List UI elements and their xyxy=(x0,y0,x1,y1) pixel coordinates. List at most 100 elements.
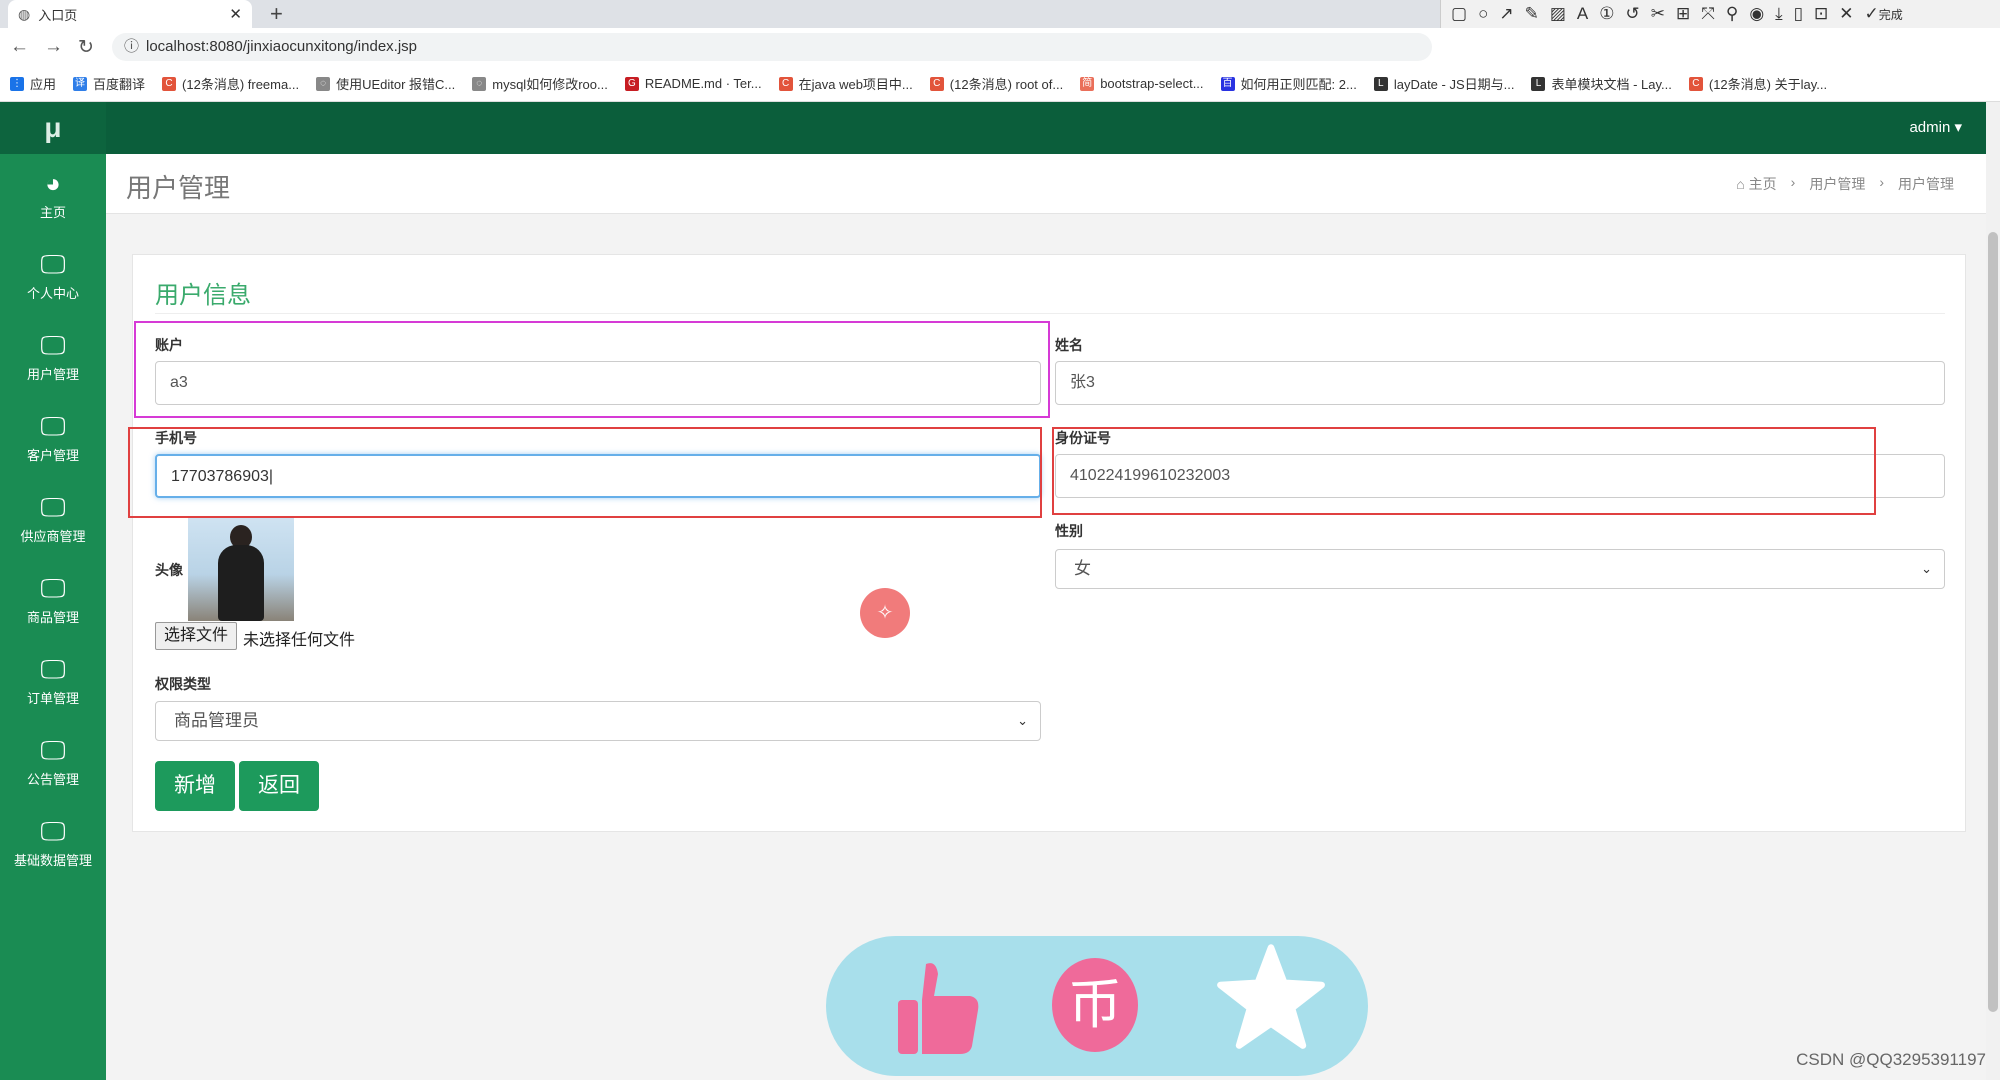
cursor-indicator-icon: ✧ xyxy=(860,588,910,638)
back-icon[interactable]: ← xyxy=(10,36,29,58)
gender-label: 性别 xyxy=(1055,523,1083,539)
done-button[interactable]: ✓完成 xyxy=(1865,4,1903,24)
thumbs-up-icon[interactable] xyxy=(892,956,982,1056)
bookmark-item[interactable]: ⋮ 应用 xyxy=(10,74,56,93)
avatar-body xyxy=(218,545,264,621)
globe-icon: ◍ xyxy=(18,5,31,22)
apps-icon: ⋮ xyxy=(10,76,24,91)
browser-tab[interactable]: ◍ 入口页 ✕ xyxy=(8,0,252,28)
bookmark-label: 表单模块文档 - Lay... xyxy=(1551,77,1672,92)
top-navbar: admin ▾ xyxy=(106,102,2000,154)
bookmark-item[interactable]: C (12条消息) root of... xyxy=(929,74,1064,93)
bookmark-item[interactable]: 译百度翻译 xyxy=(73,74,145,93)
number-tool-icon[interactable]: ① xyxy=(1599,4,1614,24)
sidebar-item-customers[interactable]: 🖵 客户管理 xyxy=(0,397,106,478)
sidebar-item-products[interactable]: 🖵 商品管理 xyxy=(0,559,106,640)
scroll-capture-icon[interactable]: ⤧ xyxy=(1701,4,1715,24)
star-icon[interactable] xyxy=(1216,936,1326,1056)
sidebar-item-label: 商品管理 xyxy=(26,610,79,625)
bookmark-item[interactable]: 简 bootstrap-select... xyxy=(1080,76,1204,91)
chevron-down-icon: ⌄ xyxy=(1017,713,1028,728)
sidebar-item-label: 客户管理 xyxy=(26,448,79,463)
sidebar-item-label: 个人中心 xyxy=(26,286,79,301)
csdn-icon: C xyxy=(929,76,944,91)
csdn-icon: C xyxy=(778,76,793,91)
bookmark-label: README.md · Ter... xyxy=(644,76,762,91)
gender-select[interactable]: 女 ⌄ xyxy=(1055,549,1945,589)
bookmark-item[interactable]: 百如何用正则匹配: 2... xyxy=(1220,74,1357,93)
ocr-icon[interactable]: ⊞ xyxy=(1676,4,1690,24)
gitee-icon: G xyxy=(624,76,639,91)
coin-icon[interactable]: 币 xyxy=(1052,958,1138,1052)
ellipse-tool-icon[interactable]: ○ xyxy=(1478,4,1488,24)
undo-icon[interactable]: ↺ xyxy=(1626,4,1640,24)
name-label: 姓名 xyxy=(1055,337,1083,353)
add-button[interactable]: 新增 xyxy=(155,761,235,811)
bookmark-icon[interactable]: ⊡ xyxy=(1814,4,1828,24)
highlight-box xyxy=(128,427,1042,518)
download-icon[interactable]: ⤓ xyxy=(1775,4,1783,24)
bookmark-label: 应用 xyxy=(30,77,57,92)
close-icon[interactable]: ✕ xyxy=(1839,4,1853,24)
breadcrumb-separator: › xyxy=(1790,174,1796,190)
name-field[interactable]: 张3 xyxy=(1055,361,1945,405)
new-tab-button[interactable]: + xyxy=(270,1,283,27)
scrollbar-thumb[interactable] xyxy=(1988,232,1998,1012)
pen-tool-icon[interactable]: ✎ xyxy=(1525,4,1539,24)
bookmark-label: (12条消息) 关于lay... xyxy=(1708,77,1828,92)
admin-label: admin xyxy=(1909,119,1951,136)
scissors-icon[interactable]: ✂ xyxy=(1651,4,1665,24)
forward-icon[interactable]: → xyxy=(44,36,63,58)
sidebar-item-notices[interactable]: 🖵 公告管理 xyxy=(0,721,106,802)
bookmark-item[interactable]: LlayDate - JS日期与... xyxy=(1373,74,1515,93)
bookmark-item[interactable]: C (12条消息) freema... xyxy=(162,74,299,93)
sidebar-item-home[interactable]: ◕ 主页 xyxy=(0,154,106,235)
csdn-icon: C xyxy=(1688,76,1703,91)
role-select[interactable]: 商品管理员 ⌄ xyxy=(155,701,1041,741)
breadcrumb-item[interactable]: 用户管理 xyxy=(1809,174,1865,194)
bookmark-item[interactable]: G README.md · Ter... xyxy=(624,76,762,91)
reload-icon[interactable]: ↻ xyxy=(78,36,94,59)
csdn-icon: C xyxy=(162,76,177,91)
role-value: 商品管理员 xyxy=(174,711,259,730)
close-tab-icon[interactable]: ✕ xyxy=(229,5,242,23)
record-icon[interactable]: ◉ xyxy=(1749,4,1764,24)
breadcrumb-home[interactable]: ⌂ 主页 xyxy=(1736,174,1776,194)
monitor-icon: 🖵 xyxy=(40,816,66,846)
site-info-icon[interactable]: ⓘ xyxy=(124,33,139,61)
breadcrumb-separator: › xyxy=(1879,174,1884,190)
bookmark-label: 使用UEditor 报错C... xyxy=(336,77,456,92)
text-tool-icon[interactable]: A xyxy=(1577,4,1588,24)
bookmark-label: layDate - JS日期与... xyxy=(1393,77,1515,92)
pin-icon[interactable]: ⚲ xyxy=(1726,4,1738,24)
bookmark-item[interactable]: L 表单模块文档 - Lay... xyxy=(1531,74,1672,93)
scrollbar[interactable] xyxy=(1986,102,2000,1080)
bookmark-item[interactable]: ◌ mysql如何修改roo... xyxy=(472,74,608,93)
admin-menu[interactable]: admin ▾ xyxy=(1909,118,1962,136)
sidebar-item-users[interactable]: 🖵 用户管理 xyxy=(0,316,106,397)
breadcrumb: ⌂ 主页 › 用户管理 › 用户管理 xyxy=(1736,174,1954,194)
app-logo[interactable]: μ xyxy=(0,102,106,154)
monitor-icon: 🖵 xyxy=(40,492,66,522)
sidebar-item-label: 用户管理 xyxy=(26,367,79,382)
bookmark-item[interactable]: C 在java web项目中... xyxy=(778,74,913,93)
bookmark-label: 在java web项目中... xyxy=(798,77,913,92)
sidebar-item-profile[interactable]: 🖵 个人中心 xyxy=(0,235,106,316)
mosaic-tool-icon[interactable]: ▨ xyxy=(1550,4,1566,24)
bookmark-label: (12条消息) root of... xyxy=(949,77,1064,92)
rectangle-tool-icon[interactable]: ▢ xyxy=(1451,4,1467,24)
back-button[interactable]: 返回 xyxy=(239,761,319,811)
bookmark-item[interactable]: ◌ 使用UEditor 报错C... xyxy=(316,74,455,93)
section-title: 用户信息 xyxy=(155,282,251,309)
choose-file-button[interactable]: 选择文件 xyxy=(155,622,238,650)
arrow-tool-icon[interactable]: ↗ xyxy=(1499,4,1513,24)
sidebar-item-suppliers[interactable]: 🖵 供应商管理 xyxy=(0,478,106,559)
sidebar-item-basic-data[interactable]: 🖵 基础数据管理 xyxy=(0,802,106,883)
url-field[interactable]: ⓘ localhost:8080/jinxiaocunxitong/index.… xyxy=(112,33,1432,61)
bookmark-label: (12条消息) freema... xyxy=(182,77,300,92)
phone-icon[interactable]: ▯ xyxy=(1794,4,1803,24)
highlight-box xyxy=(134,321,1050,418)
bookmark-item[interactable]: C (12条消息) 关于lay... xyxy=(1688,74,1828,93)
bookmark-label: mysql如何修改roo... xyxy=(492,77,608,92)
sidebar-item-orders[interactable]: 🖵 订单管理 xyxy=(0,640,106,721)
